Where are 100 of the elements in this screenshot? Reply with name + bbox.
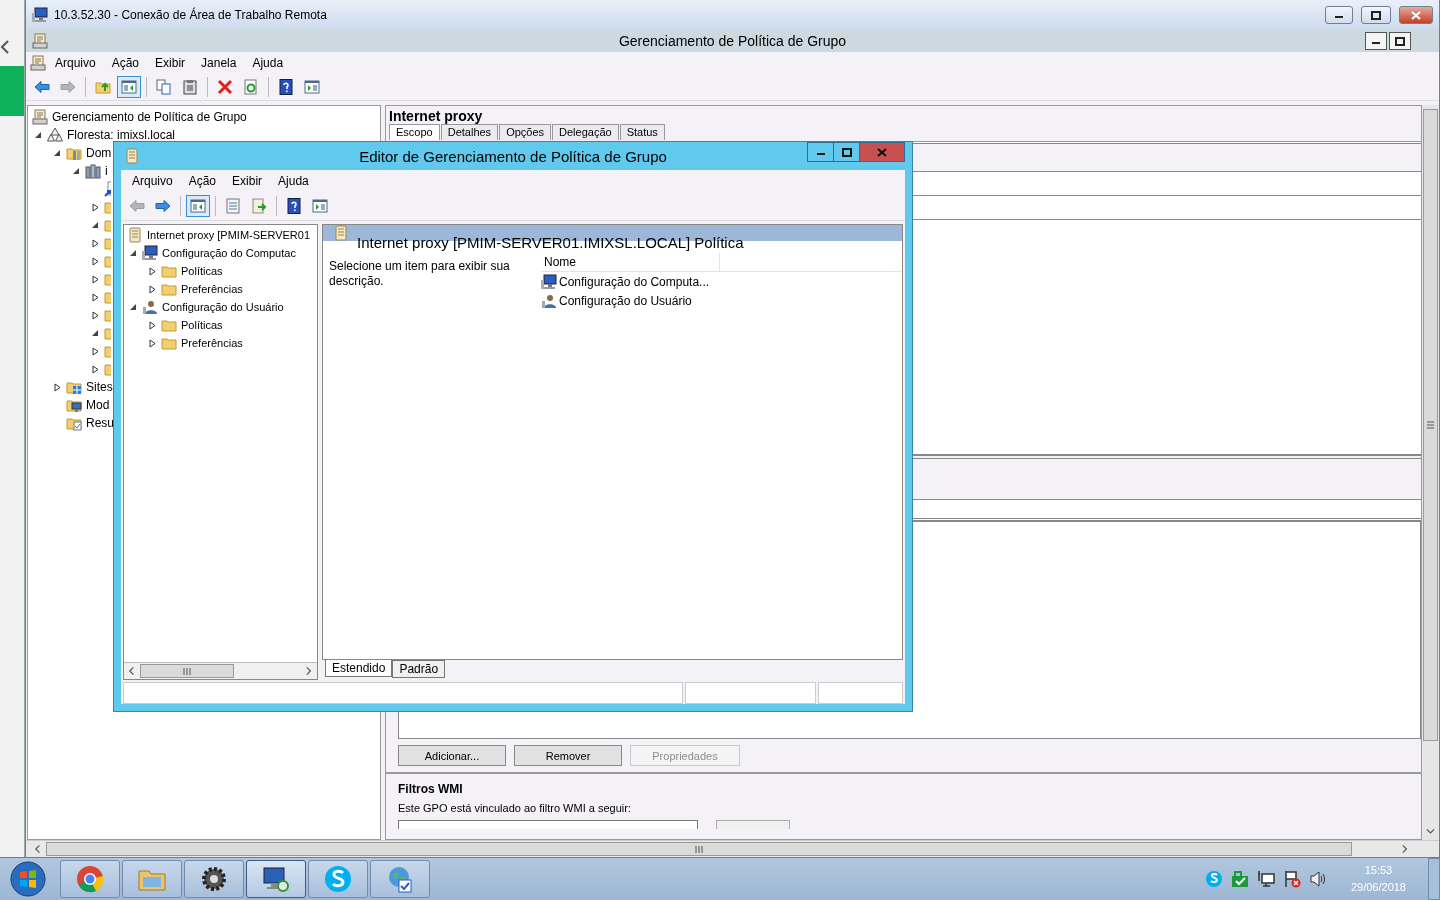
copy-icon [156, 79, 172, 95]
maximize-button[interactable] [833, 142, 860, 162]
tab[interactable]: Detalhes [440, 124, 499, 140]
console-icon [32, 33, 48, 49]
expander-icon[interactable] [33, 130, 43, 140]
clipboard-icon [182, 79, 198, 95]
scroll-thumb[interactable] [46, 842, 1352, 856]
menu-item[interactable]: Ação [181, 172, 224, 190]
list-item[interactable]: Configuração do Computa... [541, 272, 710, 291]
expander-icon[interactable] [90, 256, 100, 266]
description-text: Selecione um item para exibir sua descrição. [328, 258, 511, 290]
close-button[interactable] [859, 142, 905, 162]
pane-icon [190, 198, 206, 214]
tree-item[interactable]: Configuração do Usuário [161, 301, 285, 313]
action-button[interactable]: Adicionar... [398, 745, 506, 766]
maximize-icon [1395, 36, 1405, 46]
close-button[interactable] [1399, 6, 1433, 24]
taskbar-button[interactable] [246, 860, 306, 898]
scroll-thumb[interactable] [1423, 109, 1438, 741]
expander-icon[interactable] [90, 328, 100, 338]
folder-icon [104, 343, 111, 359]
expander-icon[interactable] [90, 274, 100, 284]
section-title: Filtros WMI [398, 782, 464, 796]
expander-icon[interactable] [90, 292, 100, 302]
tree-item[interactable]: Dom [85, 146, 113, 160]
forward-arrow-icon [60, 79, 76, 95]
expander-icon[interactable] [147, 338, 157, 348]
tree-item[interactable]: i [104, 164, 109, 178]
tab[interactable]: Status [619, 124, 665, 140]
folder-icon [161, 263, 177, 279]
expander-icon[interactable] [90, 346, 100, 356]
menu-item[interactable]: Ação [104, 54, 147, 72]
tree-item[interactable]: Configuração do Computac [161, 247, 297, 259]
tab[interactable]: Estendido [325, 660, 393, 677]
tree-item[interactable]: Políticas [180, 319, 224, 331]
expander-icon[interactable] [52, 148, 62, 158]
section-text: Este GPO está vinculado ao filtro WMI a seguir: [398, 802, 632, 814]
tab[interactable]: Padrão [392, 660, 446, 678]
expander-icon[interactable] [90, 364, 100, 374]
expander-icon[interactable] [71, 166, 81, 176]
menu-item[interactable]: Ajuda [271, 172, 316, 190]
tab[interactable]: Delegação [552, 124, 619, 140]
flag-error-icon[interactable] [1282, 870, 1301, 888]
back-arrow-icon [129, 198, 145, 214]
expander-icon[interactable] [147, 266, 157, 276]
tree-item[interactable]: Resu [85, 416, 115, 430]
close-icon [877, 147, 887, 157]
taskbar-button[interactable] [184, 860, 244, 898]
expander-icon[interactable] [90, 310, 100, 320]
menu-item[interactable]: Arquivo [48, 54, 103, 72]
tree-item[interactable]: Preferências [180, 283, 244, 295]
expander-icon[interactable] [90, 202, 100, 212]
console-icon [30, 55, 46, 71]
dropdown-field[interactable] [398, 820, 698, 829]
tree-item[interactable]: Preferências [180, 337, 244, 349]
menu-item[interactable]: Arquivo [125, 172, 180, 190]
expander-icon[interactable] [90, 238, 100, 248]
minimize-button[interactable] [1325, 6, 1353, 24]
maximize-icon [841, 147, 852, 157]
expander-icon[interactable] [128, 248, 138, 258]
browser-icon [75, 864, 105, 894]
network-check-icon[interactable] [1230, 870, 1249, 888]
speaker-icon[interactable] [1308, 870, 1327, 888]
folder-up-icon [95, 79, 111, 95]
maximize-icon [1371, 10, 1381, 20]
folder-icon [161, 281, 177, 297]
minimize-button[interactable] [807, 142, 834, 162]
menu-item[interactable]: Exibir [225, 172, 270, 190]
tab[interactable]: Escopo [389, 124, 440, 140]
expander-icon[interactable] [147, 284, 157, 294]
tree-item[interactable]: Gerenciamento de Política de Grupo [51, 110, 248, 124]
tree-item[interactable]: Internet proxy [PMIM-SERVER01 [146, 229, 312, 241]
minimize-button[interactable] [1365, 32, 1387, 50]
expander-icon[interactable] [128, 302, 138, 312]
user-icon [541, 292, 557, 309]
refresh-icon [243, 79, 259, 95]
user-icon [142, 299, 158, 315]
expander-icon[interactable] [90, 220, 100, 230]
expander-icon[interactable] [147, 320, 157, 330]
scroll-thumb[interactable] [140, 664, 234, 678]
menu-item[interactable]: Exibir [148, 54, 193, 72]
tree-item[interactable]: Mod [85, 398, 111, 412]
pane-toggle-icon [312, 198, 328, 214]
maximize-button[interactable] [1361, 6, 1391, 24]
menu-item[interactable]: Janela [194, 54, 244, 72]
panel-title: Internet proxy [PMIM-SERVER01.IMIXSL.LOCAL] Política [357, 235, 744, 250]
action-button[interactable]: Remover [514, 745, 622, 766]
computer-icon [142, 245, 158, 261]
column-header[interactable]: Nome [541, 253, 720, 271]
tree-item[interactable]: Floresta: imixsl.local [66, 128, 177, 142]
monitor-icon[interactable] [1256, 870, 1275, 888]
folder-icon [161, 335, 177, 351]
panel-title: Internet proxy [388, 107, 484, 124]
list-item[interactable]: Configuração do Usuário [541, 291, 692, 310]
tree-item[interactable]: Políticas [180, 265, 224, 277]
menu-item[interactable]: Ajuda [245, 54, 291, 72]
tab[interactable]: Opções [499, 124, 552, 140]
expander-icon[interactable] [52, 382, 62, 392]
tree-item[interactable]: Sites [85, 380, 114, 394]
restore-button[interactable] [1389, 32, 1411, 50]
